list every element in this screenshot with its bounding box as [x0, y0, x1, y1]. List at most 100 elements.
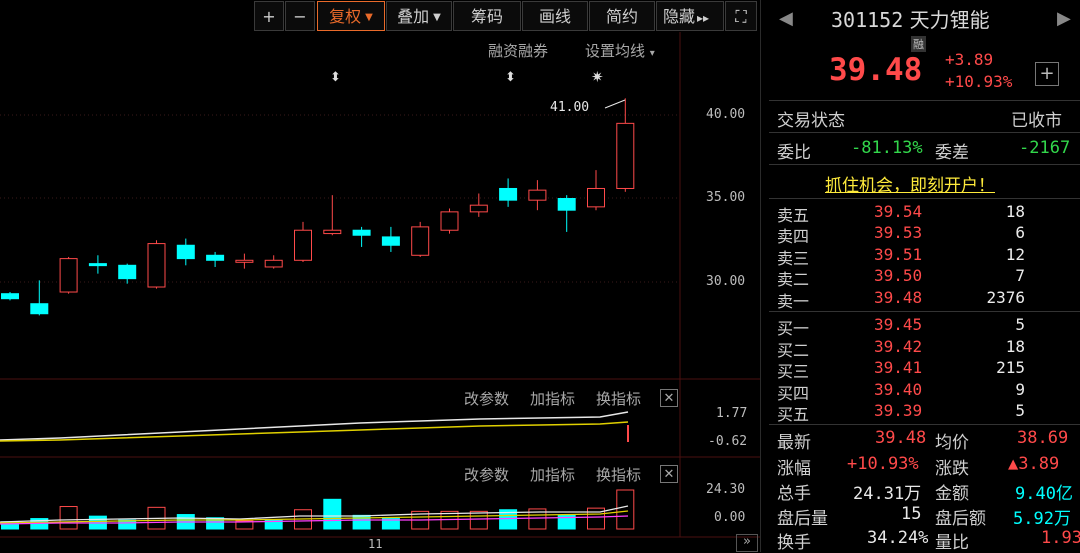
candle-2[interactable] — [59, 256, 78, 294]
ind1-add-indicator-button[interactable]: 加指标 — [530, 388, 575, 409]
chart-toolbar: + − 复权 ▼ 叠加 ▼ 筹码 画线 简约 隐藏 ▸▸ ⛶ — [0, 0, 760, 32]
avg-value: 38.69 — [1017, 428, 1069, 448]
candle-10[interactable] — [294, 221, 312, 262]
candle-8[interactable] — [235, 253, 254, 269]
bid-price[interactable]: 39.45 — [874, 315, 922, 334]
draw-line-button[interactable]: 画线 — [522, 1, 588, 31]
ask-label: 卖一 — [777, 292, 810, 311]
fuquan-dropdown[interactable]: 复权 ▼ — [317, 1, 385, 31]
chips-button[interactable]: 筹码 — [453, 1, 521, 31]
candle-9[interactable] — [264, 255, 283, 269]
ask-price[interactable]: 39.48 — [874, 288, 922, 307]
star-marker-icon[interactable]: ✷ — [591, 68, 604, 86]
candle-1[interactable] — [30, 280, 49, 316]
candle-0[interactable] — [1, 292, 19, 301]
overlay-dropdown[interactable]: 叠加 ▼ — [386, 1, 452, 31]
candle-6[interactable] — [176, 238, 195, 266]
avg-label: 均价 — [935, 433, 969, 453]
chg-value: ▲3.89 — [1008, 454, 1060, 474]
volume-ratio-label: 量比 — [935, 533, 969, 553]
bid-price[interactable]: 39.39 — [874, 401, 922, 420]
after-hours-amount-label: 盘后额 — [935, 509, 986, 529]
weibi-label: 委比 — [777, 143, 811, 163]
price-tick-30: 30.00 — [706, 274, 746, 289]
scroll-right-icon[interactable]: » — [736, 534, 758, 552]
candle-19[interactable] — [557, 195, 576, 232]
bid-price[interactable]: 39.41 — [874, 358, 922, 377]
next-stock-icon[interactable]: ▶ — [1057, 8, 1071, 29]
close-icon[interactable]: ✕ — [660, 389, 678, 407]
zoom-out-button[interactable]: − — [285, 1, 315, 31]
ask-row: 卖三 39.51 12 — [775, 245, 1075, 268]
candle-18[interactable] — [528, 180, 547, 211]
ask-label: 卖四 — [777, 227, 810, 246]
kline-chart-area[interactable]: 融资融券 设置均线 ▾ ⬍ ⬍ ✷ 41.00 40.00 35.00 30.0… — [0, 32, 760, 552]
candle-17[interactable] — [499, 178, 518, 207]
event-marker-icon[interactable]: ⬍ — [330, 70, 341, 85]
ind2-edit-params-button[interactable]: 改参数 — [464, 464, 509, 485]
high-price-label: 41.00 — [550, 100, 590, 115]
bid-row: 买三 39.41 215 — [775, 358, 1075, 381]
bid-price[interactable]: 39.42 — [874, 337, 922, 356]
volume-tick-max: 24.30 — [706, 482, 746, 497]
stat-row: 最新 39.48 均价 38.69 — [777, 428, 1077, 453]
hide-button[interactable]: 隐藏 ▸▸ — [656, 1, 724, 31]
candle-12[interactable] — [352, 226, 371, 247]
ask-price[interactable]: 39.50 — [874, 266, 922, 285]
ask-row: 卖一 39.48 2376 — [775, 288, 1075, 311]
candle-7[interactable] — [206, 251, 225, 267]
candle-16[interactable] — [469, 193, 488, 217]
candle-13[interactable] — [381, 226, 400, 252]
stock-code: 301152 — [831, 8, 904, 32]
ind2-add-indicator-button[interactable]: 加指标 — [530, 464, 575, 485]
candle-5[interactable] — [147, 240, 166, 289]
last-price: 39.48 — [829, 52, 923, 88]
stat-row: 盘后量 15 盘后额 5.92万 — [777, 504, 1077, 529]
ind1-switch-indicator-button[interactable]: 换指标 — [596, 388, 641, 409]
ind1-edit-params-button[interactable]: 改参数 — [464, 388, 509, 409]
candle-15[interactable] — [440, 208, 459, 234]
candle-body — [440, 211, 459, 231]
weibi-value: -81.13% — [851, 138, 923, 158]
divider — [769, 424, 1080, 425]
prev-stock-icon[interactable]: ◀ — [779, 8, 793, 29]
candle-body — [294, 229, 312, 261]
simple-mode-button[interactable]: 简约 — [589, 1, 655, 31]
open-account-link[interactable]: 抓住机会，即刻开户！ — [825, 171, 995, 196]
candle-20[interactable] — [587, 170, 605, 211]
ask-price[interactable]: 39.53 — [874, 223, 922, 242]
ind1-value-1: 1.77 — [716, 406, 748, 421]
candle-4[interactable] — [118, 263, 137, 284]
after-hours-volume-label: 盘后量 — [777, 509, 828, 529]
candle-3[interactable] — [88, 255, 107, 274]
add-watchlist-button[interactable]: + — [1035, 62, 1059, 86]
fullscreen-icon[interactable]: ⛶ — [725, 1, 757, 31]
candle-14[interactable] — [411, 221, 430, 257]
kline-svg[interactable] — [0, 32, 760, 552]
zoom-in-button[interactable]: + — [254, 1, 284, 31]
ask-row: 卖四 39.53 6 — [775, 223, 1075, 246]
hide-label: 隐藏 — [663, 7, 696, 26]
candle-11[interactable] — [323, 195, 342, 236]
volume-bar-21 — [616, 489, 635, 530]
close-icon[interactable]: ✕ — [660, 465, 678, 483]
candle-body — [176, 244, 195, 260]
bid-price[interactable]: 39.40 — [874, 380, 922, 399]
set-ma-button[interactable]: 设置均线 ▾ — [585, 40, 655, 61]
rzrq-button[interactable]: 融资融券 — [488, 40, 548, 61]
volume-tick-zero: 0.00 — [714, 510, 746, 525]
candle-body — [499, 187, 518, 201]
candle-21[interactable] — [616, 98, 635, 192]
set-ma-label: 设置均线 — [585, 42, 646, 60]
ind2-switch-indicator-button[interactable]: 换指标 — [596, 464, 641, 485]
event-marker-icon[interactable]: ⬍ — [505, 70, 516, 85]
stock-name: 天力锂能 — [909, 8, 990, 32]
bid-label: 买一 — [777, 319, 810, 338]
price-change-pct: +10.93% — [945, 72, 1013, 91]
stat-row: 涨幅 +10.93% 涨跌 ▲3.89 — [777, 454, 1077, 479]
ask-price[interactable]: 39.54 — [874, 202, 922, 221]
high-marker-arrow — [604, 99, 626, 109]
chg-pct-label: 涨幅 — [777, 459, 811, 479]
ask-price[interactable]: 39.51 — [874, 245, 922, 264]
after-hours-amount-value: 5.92万 — [1013, 509, 1071, 529]
